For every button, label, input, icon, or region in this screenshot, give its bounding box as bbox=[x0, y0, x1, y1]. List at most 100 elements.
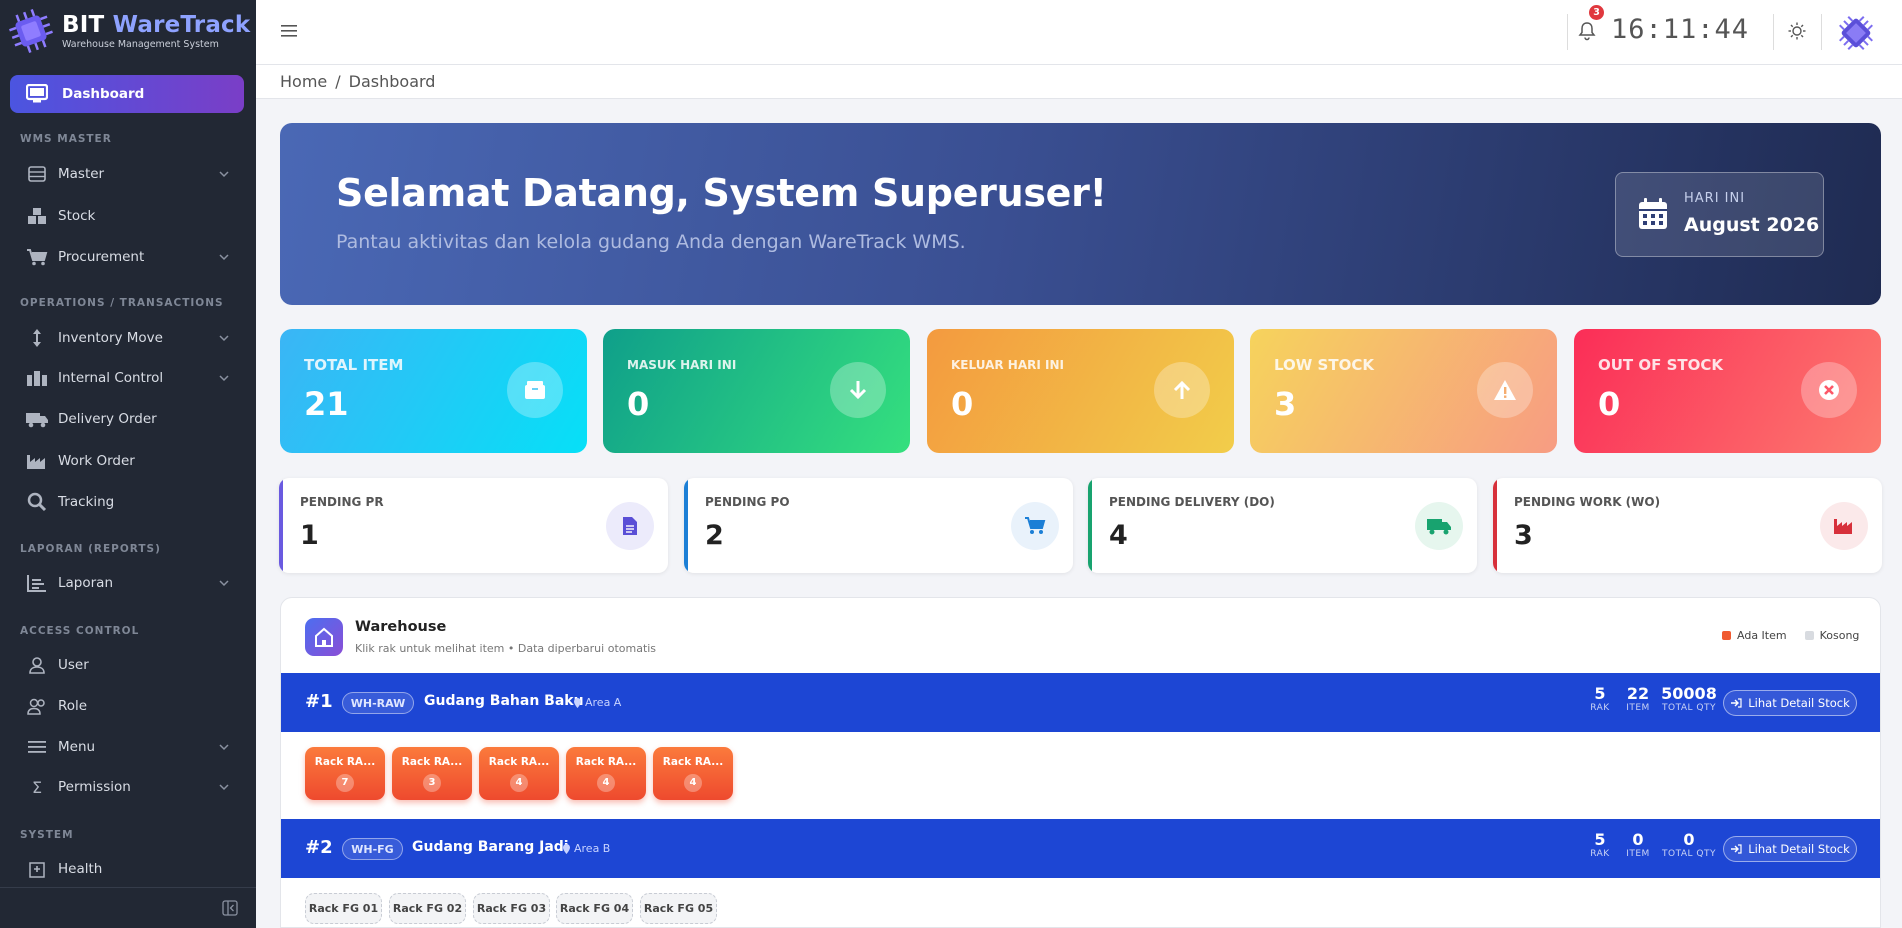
accent-bar bbox=[279, 478, 283, 573]
sidebar-item-work-order[interactable]: Work Order bbox=[24, 446, 230, 476]
rack-tile[interactable]: Rack RA... 7 bbox=[305, 747, 385, 800]
sidebar-item-label: Stock bbox=[58, 208, 96, 224]
sidebar-item-internal-control[interactable]: Internal Control bbox=[24, 363, 230, 393]
sidebar-item-menu[interactable]: Menu bbox=[24, 732, 230, 762]
sidebar-item-dashboard[interactable]: Dashboard bbox=[10, 75, 244, 113]
rack-tile-empty[interactable]: Rack FG 03 bbox=[473, 893, 550, 924]
view-stock-detail-button[interactable]: Lihat Detail Stock bbox=[1723, 836, 1857, 862]
sidebar-item-label: Health bbox=[58, 861, 103, 877]
sidebar-item-master[interactable]: Master bbox=[24, 159, 230, 189]
sun-icon[interactable] bbox=[1788, 22, 1806, 40]
clock: 16:11:44 bbox=[1611, 14, 1750, 45]
legend: Ada Item Kosong bbox=[1722, 629, 1859, 642]
sidebar-item-permission[interactable]: Σ Permission bbox=[24, 772, 230, 802]
brand-tagline: Warehouse Management System bbox=[62, 39, 219, 50]
rack-tile[interactable]: Rack RA... 3 bbox=[392, 747, 472, 800]
sidebar-item-label: Tracking bbox=[58, 494, 115, 510]
warehouse-area: Area B bbox=[563, 842, 610, 855]
truck-icon bbox=[24, 410, 50, 428]
document-icon bbox=[606, 502, 654, 550]
stat-value: 0 bbox=[627, 385, 650, 423]
warehouse-row[interactable]: #2 WH-FG Gudang Barang Jadi Area B 5 RAK … bbox=[281, 819, 1880, 878]
pending-card-work[interactable]: PENDING WORK (WO) 3 bbox=[1493, 478, 1882, 573]
sidebar-item-health[interactable]: Health bbox=[24, 854, 230, 884]
sidebar-item-inventory-move[interactable]: Inventory Move bbox=[24, 323, 230, 353]
breadcrumb: Home / Dashboard bbox=[256, 65, 1902, 99]
sidebar-item-stock[interactable]: Stock bbox=[24, 201, 230, 231]
warning-icon bbox=[1477, 362, 1533, 418]
rack-tile-empty[interactable]: Rack FG 04 bbox=[556, 893, 633, 924]
accent-bar bbox=[1493, 478, 1497, 573]
view-stock-detail-button[interactable]: Lihat Detail Stock bbox=[1723, 690, 1857, 716]
rack-tile[interactable]: Rack RA... 4 bbox=[479, 747, 559, 800]
sidebar-item-label: Menu bbox=[58, 739, 96, 755]
pending-value: 3 bbox=[1514, 520, 1533, 551]
sidebar-item-label: Permission bbox=[58, 779, 131, 795]
sidebar-item-laporan[interactable]: Laporan bbox=[24, 568, 230, 598]
stat-label: MASUK HARI INI bbox=[627, 358, 737, 372]
pending-card-delivery[interactable]: PENDING DELIVERY (DO) 4 bbox=[1088, 478, 1477, 573]
sidebar-item-tracking[interactable]: Tracking bbox=[24, 487, 230, 517]
factory-icon bbox=[1820, 502, 1868, 550]
total-qty: 50008 TOTAL QTY bbox=[1661, 684, 1717, 713]
stat-card-masuk-hari-ini[interactable]: MASUK HARI INI 0 bbox=[603, 329, 910, 453]
rack-tile-empty[interactable]: Rack FG 01 bbox=[305, 893, 382, 924]
legend-empty-swatch bbox=[1804, 631, 1814, 640]
rack-item-count: 4 bbox=[510, 774, 528, 792]
total-qty: 0 TOTAL QTY bbox=[1662, 830, 1716, 859]
sidebar-item-label: Role bbox=[58, 698, 88, 714]
sign-in-icon bbox=[1731, 844, 1742, 854]
warehouse-row[interactable]: #1 WH-RAW Gudang Bahan Baku Area A 5 RAK … bbox=[281, 673, 1880, 732]
pending-value: 4 bbox=[1109, 520, 1128, 551]
stat-card-out-of-stock[interactable]: OUT OF STOCK 0 bbox=[1574, 329, 1881, 453]
rack-tile-empty[interactable]: Rack FG 02 bbox=[389, 893, 466, 924]
rack-item-count: 4 bbox=[597, 774, 615, 792]
sidebar-item-label: Procurement bbox=[58, 249, 145, 265]
pending-value: 2 bbox=[705, 520, 724, 551]
pending-label: PENDING PR bbox=[300, 495, 384, 509]
monitor-icon bbox=[26, 84, 48, 103]
rack-tile[interactable]: Rack RA... 4 bbox=[566, 747, 646, 800]
stat-card-keluar-hari-ini[interactable]: KELUAR HARI INI 0 bbox=[927, 329, 1234, 453]
rack-item-count: 3 bbox=[423, 774, 441, 792]
warehouse-name: Gudang Barang Jadi bbox=[412, 839, 569, 855]
section-wms-master: WMS MASTER bbox=[20, 133, 112, 145]
welcome-banner: Selamat Datang, System Superuser! Pantau… bbox=[280, 123, 1881, 305]
sidebar-item-role[interactable]: Role bbox=[24, 691, 230, 721]
today-date-box: HARI INI August 2026 bbox=[1615, 172, 1824, 257]
stat-value: 3 bbox=[1274, 385, 1297, 423]
sidebar-item-procurement[interactable]: Procurement bbox=[24, 242, 230, 272]
stat-label: KELUAR HARI INI bbox=[951, 358, 1064, 372]
sidebar-item-delivery-order[interactable]: Delivery Order bbox=[24, 404, 230, 434]
stat-label: TOTAL ITEM bbox=[304, 356, 404, 374]
topbar: 3 16:11:44 bbox=[256, 0, 1902, 65]
rack-tile-empty[interactable]: Rack FG 05 bbox=[640, 893, 717, 924]
divider bbox=[1773, 14, 1774, 50]
menu-toggle-icon[interactable] bbox=[281, 24, 297, 38]
stat-value: 0 bbox=[951, 385, 974, 423]
breadcrumb-home[interactable]: Home bbox=[280, 72, 327, 91]
collapse-sidebar-icon[interactable] bbox=[222, 900, 238, 916]
stat-card-low-stock[interactable]: LOW STOCK 3 bbox=[1250, 329, 1557, 453]
user-icon bbox=[24, 656, 50, 674]
stat-card-total-item[interactable]: TOTAL ITEM 21 bbox=[280, 329, 587, 453]
warehouse-name: Gudang Bahan Baku bbox=[424, 693, 584, 709]
chevron-down-icon bbox=[219, 784, 229, 791]
chip-logo-icon bbox=[6, 6, 56, 56]
cart-icon bbox=[24, 248, 50, 266]
sidebar-item-label: User bbox=[58, 657, 89, 673]
rack-tile[interactable]: Rack RA... 4 bbox=[653, 747, 733, 800]
notification-bell[interactable]: 3 bbox=[1575, 5, 1604, 44]
user-avatar[interactable] bbox=[1836, 13, 1876, 53]
stat-value: 21 bbox=[304, 385, 349, 423]
sidebar-item-user[interactable]: User bbox=[24, 650, 230, 680]
warehouse-subtitle: Klik rak untuk melihat item • Data diper… bbox=[355, 642, 657, 655]
sidebar-item-label: Inventory Move bbox=[58, 330, 163, 346]
map-pin-icon bbox=[563, 843, 570, 854]
sign-in-icon bbox=[1731, 698, 1742, 708]
pending-card-pr[interactable]: PENDING PR 1 bbox=[279, 478, 668, 573]
pending-card-po[interactable]: PENDING PO 2 bbox=[684, 478, 1073, 573]
brand[interactable]: BIT WareTrack Warehouse Management Syste… bbox=[0, 0, 256, 62]
chevron-down-icon bbox=[219, 580, 229, 587]
section-access-control: ACCESS CONTROL bbox=[20, 625, 140, 637]
